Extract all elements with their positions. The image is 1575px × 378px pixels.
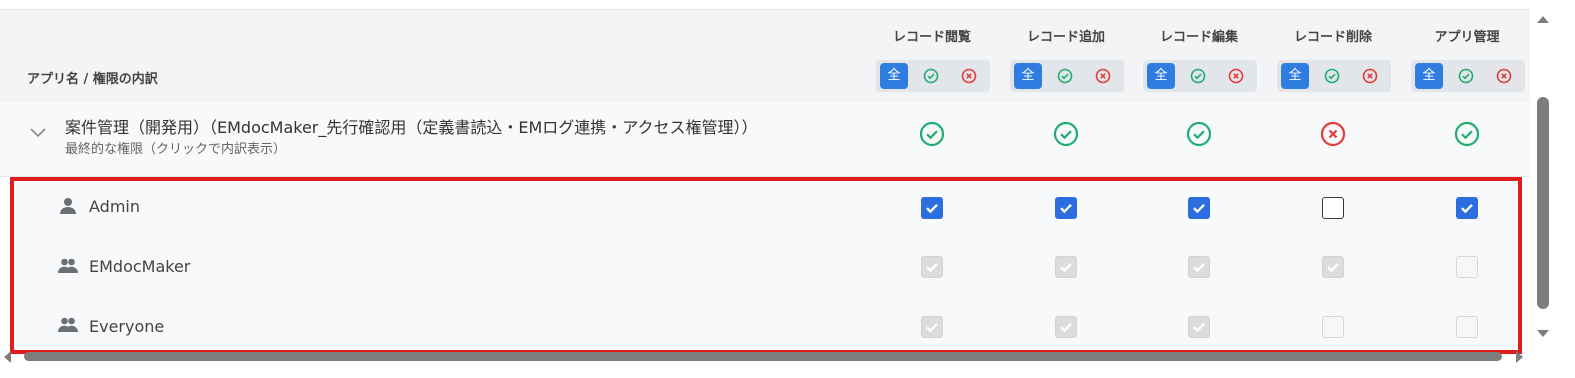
allow-all-icon[interactable] bbox=[1190, 68, 1206, 84]
select-all-button[interactable]: 全 bbox=[1281, 63, 1309, 89]
deny-all-icon[interactable] bbox=[1228, 68, 1244, 84]
allowed-icon bbox=[1454, 121, 1480, 147]
select-all-button[interactable]: 全 bbox=[1147, 63, 1175, 89]
column-title-add: レコード追加 bbox=[1026, 30, 1105, 45]
allowed-icon bbox=[1186, 121, 1212, 147]
allowed-icon bbox=[919, 121, 945, 147]
select-all-button[interactable]: 全 bbox=[1014, 63, 1042, 89]
allow-all-icon[interactable] bbox=[1458, 68, 1474, 84]
deny-all-icon[interactable] bbox=[1095, 68, 1111, 84]
allowed-icon bbox=[1053, 121, 1079, 147]
scroll-left-arrow-icon[interactable] bbox=[4, 351, 11, 363]
bulk-toggle-edit: 全 bbox=[1143, 60, 1257, 92]
highlight-box bbox=[10, 177, 1522, 354]
bulk-toggle-delete: 全 bbox=[1277, 60, 1391, 92]
scroll-up-arrow-icon[interactable] bbox=[1537, 16, 1549, 23]
select-all-button[interactable]: 全 bbox=[880, 63, 908, 89]
bulk-toggle-view: 全 bbox=[876, 60, 990, 92]
denied-icon bbox=[1320, 121, 1346, 147]
app-name: 案件管理（開発用）（EMdocMaker_先行確認用（定義書読込・EMログ連携・… bbox=[65, 118, 758, 137]
select-all-button[interactable]: 全 bbox=[1415, 63, 1443, 89]
bulk-toggle-add: 全 bbox=[1010, 60, 1124, 92]
column-title-edit: レコード編集 bbox=[1159, 30, 1238, 45]
scroll-right-arrow-icon[interactable] bbox=[1516, 351, 1523, 363]
chevron-down-icon[interactable] bbox=[29, 127, 47, 139]
vertical-scrollbar[interactable] bbox=[1537, 97, 1549, 309]
scroll-down-arrow-icon[interactable] bbox=[1537, 330, 1549, 337]
app-name-column-header: アプリ名 / 権限の内訳 bbox=[27, 72, 158, 87]
column-title-view: レコード閲覧 bbox=[892, 30, 971, 45]
deny-all-icon[interactable] bbox=[1362, 68, 1378, 84]
bulk-toggle-app-admin: 全 bbox=[1411, 60, 1525, 92]
app-subtitle: 最終的な権限（クリックで内訳表示） bbox=[65, 142, 287, 157]
column-title-app-admin: アプリ管理 bbox=[1434, 30, 1500, 45]
allow-all-icon[interactable] bbox=[1324, 68, 1340, 84]
allow-all-icon[interactable] bbox=[1057, 68, 1073, 84]
deny-all-icon[interactable] bbox=[961, 68, 977, 84]
allow-all-icon[interactable] bbox=[923, 68, 939, 84]
horizontal-scrollbar[interactable] bbox=[24, 352, 1502, 361]
deny-all-icon[interactable] bbox=[1496, 68, 1512, 84]
column-title-delete: レコード削除 bbox=[1293, 30, 1372, 45]
